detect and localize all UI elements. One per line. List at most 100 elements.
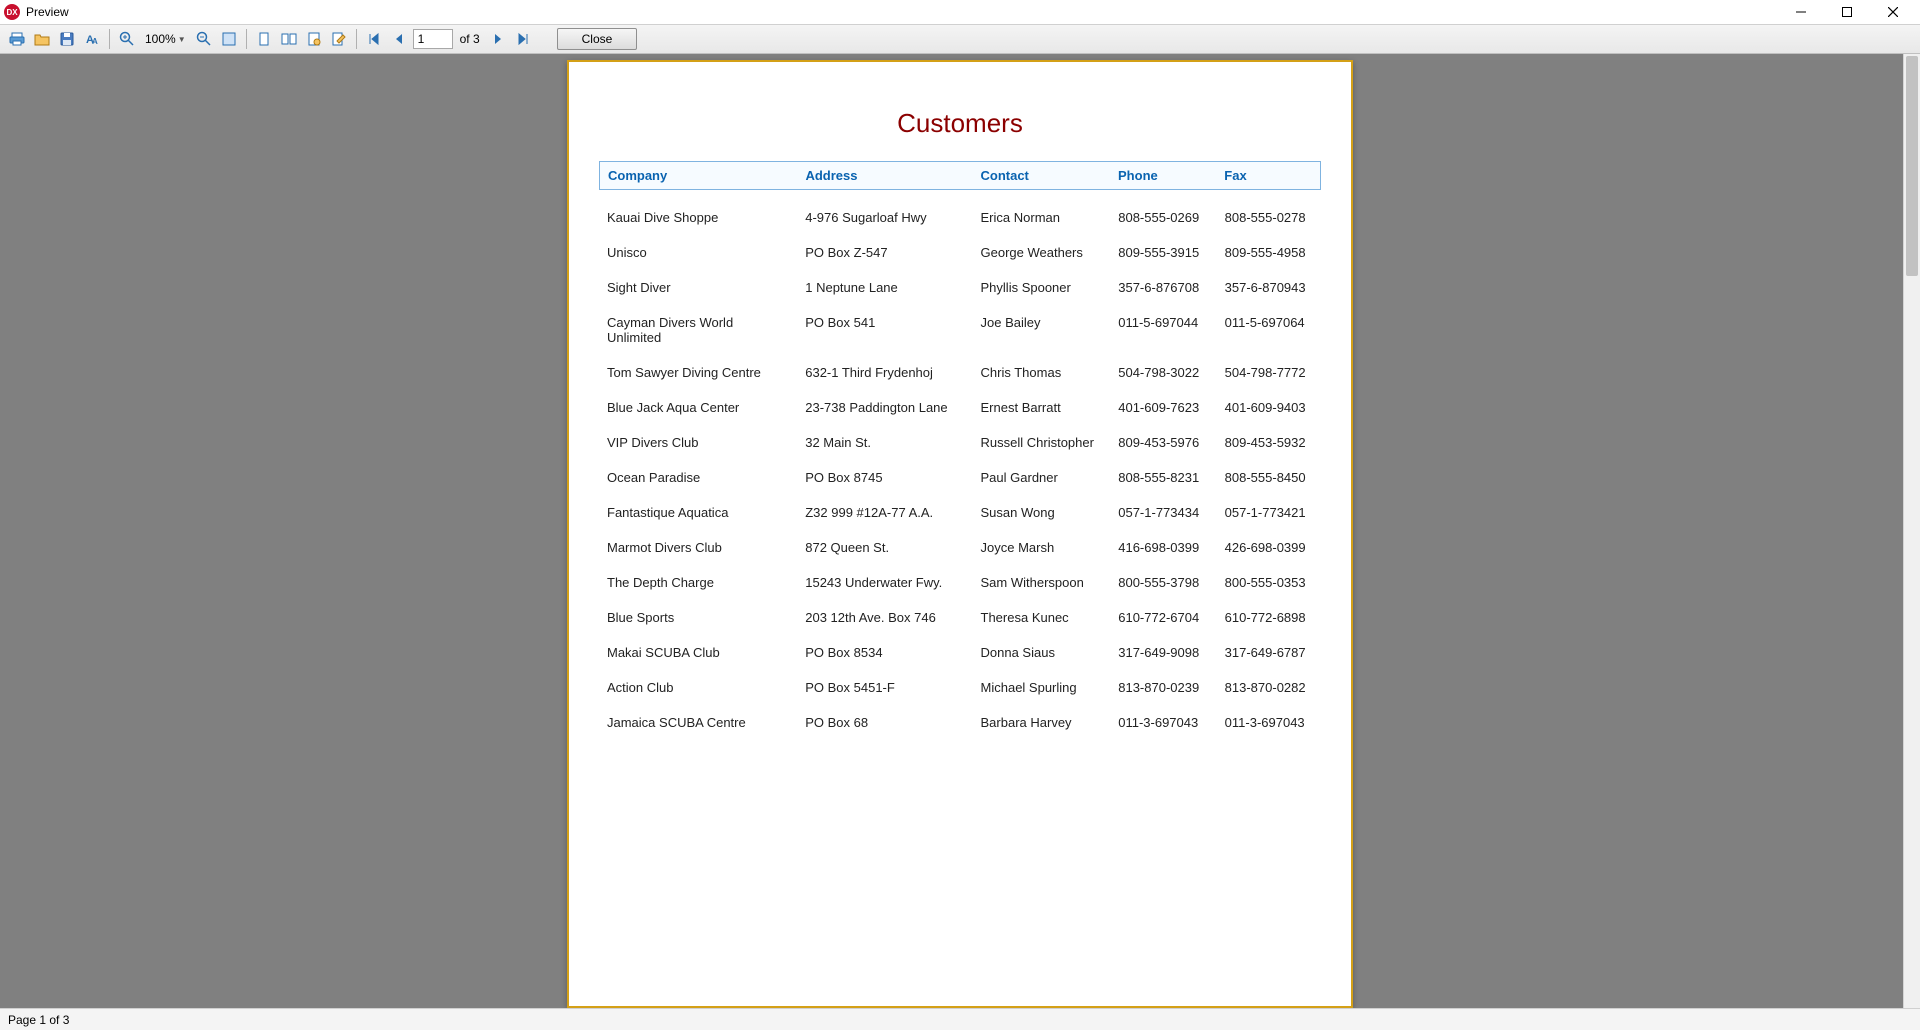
- cell-contact: Chris Thomas: [973, 355, 1111, 390]
- cell-company: Sight Diver: [599, 270, 797, 305]
- cell-address: 872 Queen St.: [797, 530, 972, 565]
- cell-contact: Ernest Barratt: [973, 390, 1111, 425]
- cell-contact: Michael Spurling: [973, 670, 1111, 705]
- cell-company: Marmot Divers Club: [599, 530, 797, 565]
- cell-contact: Paul Gardner: [973, 460, 1111, 495]
- table-row: Ocean ParadisePO Box 8745Paul Gardner808…: [599, 460, 1321, 495]
- cell-fax: 011-3-697043: [1217, 705, 1321, 740]
- cell-address: 203 12th Ave. Box 746: [797, 600, 972, 635]
- cell-phone: 011-3-697043: [1110, 705, 1216, 740]
- maximize-button[interactable]: [1824, 0, 1870, 24]
- cell-contact: George Weathers: [973, 235, 1111, 270]
- cell-address: PO Box 5451-F: [797, 670, 972, 705]
- cell-phone: 416-698-0399: [1110, 530, 1216, 565]
- cell-contact: Joe Bailey: [973, 305, 1111, 355]
- toolbar: AA 100% ▼ of 3 Close: [0, 24, 1920, 54]
- cell-company: Tom Sawyer Diving Centre: [599, 355, 797, 390]
- toolbar-separator: [246, 29, 247, 49]
- cell-phone: 504-798-3022: [1110, 355, 1216, 390]
- cell-company: Kauai Dive Shoppe: [599, 200, 797, 235]
- cell-fax: 426-698-0399: [1217, 530, 1321, 565]
- toolbar-separator: [356, 29, 357, 49]
- cell-fax: 610-772-6898: [1217, 600, 1321, 635]
- save-button[interactable]: [56, 28, 78, 50]
- cell-fax: 011-5-697064: [1217, 305, 1321, 355]
- vertical-scrollbar[interactable]: [1903, 54, 1920, 1008]
- table-row: Makai SCUBA ClubPO Box 8534Donna Siaus31…: [599, 635, 1321, 670]
- report-page: Customers Company Address Contact Phone …: [567, 60, 1353, 1008]
- table-row: UniscoPO Box Z-547George Weathers809-555…: [599, 235, 1321, 270]
- cell-fax: 057-1-773421: [1217, 495, 1321, 530]
- cell-address: 23-738 Paddington Lane: [797, 390, 972, 425]
- cell-address: 1 Neptune Lane: [797, 270, 972, 305]
- cell-phone: 401-609-7623: [1110, 390, 1216, 425]
- zoom-in-button[interactable]: [116, 28, 138, 50]
- table-row: Marmot Divers Club872 Queen St.Joyce Mar…: [599, 530, 1321, 565]
- cell-contact: Russell Christopher: [973, 425, 1111, 460]
- cell-phone: 809-453-5976: [1110, 425, 1216, 460]
- open-button[interactable]: [31, 28, 53, 50]
- chevron-down-icon: ▼: [178, 35, 186, 44]
- cell-contact: Barbara Harvey: [973, 705, 1111, 740]
- cell-address: 15243 Underwater Fwy.: [797, 565, 972, 600]
- cell-address: PO Box 8745: [797, 460, 972, 495]
- zoom-level-select[interactable]: 100% ▼: [141, 28, 190, 50]
- cell-company: Unisco: [599, 235, 797, 270]
- cell-contact: Erica Norman: [973, 200, 1111, 235]
- col-header-contact: Contact: [972, 162, 1110, 190]
- cell-fax: 809-453-5932: [1217, 425, 1321, 460]
- zoom-level-label: 100%: [145, 32, 176, 46]
- column-header-band: Company Address Contact Phone Fax: [599, 161, 1321, 190]
- cell-fax: 808-555-8450: [1217, 460, 1321, 495]
- svg-text:A: A: [92, 37, 98, 46]
- scroll-thumb[interactable]: [1906, 56, 1918, 276]
- cell-company: Blue Sports: [599, 600, 797, 635]
- minimize-button[interactable]: [1778, 0, 1824, 24]
- edit-button[interactable]: [328, 28, 350, 50]
- app-icon: DX: [4, 4, 20, 20]
- cell-phone: 813-870-0239: [1110, 670, 1216, 705]
- cell-fax: 800-555-0353: [1217, 565, 1321, 600]
- status-bar: Page 1 of 3: [0, 1008, 1920, 1030]
- zoom-out-button[interactable]: [193, 28, 215, 50]
- table-row: Fantastique AquaticaZ32 999 #12A-77 A.A.…: [599, 495, 1321, 530]
- single-page-button[interactable]: [253, 28, 275, 50]
- col-header-fax: Fax: [1216, 162, 1320, 190]
- cell-contact: Susan Wong: [973, 495, 1111, 530]
- cell-contact: Phyllis Spooner: [973, 270, 1111, 305]
- table-row: Kauai Dive Shoppe4-976 Sugarloaf HwyEric…: [599, 200, 1321, 235]
- cell-company: Ocean Paradise: [599, 460, 797, 495]
- fit-page-button[interactable]: [218, 28, 240, 50]
- close-preview-button[interactable]: Close: [557, 28, 638, 50]
- prev-page-button[interactable]: [388, 28, 410, 50]
- cell-phone: 809-555-3915: [1110, 235, 1216, 270]
- first-page-button[interactable]: [363, 28, 385, 50]
- cell-company: Cayman Divers World Unlimited: [599, 305, 797, 355]
- table-row: Blue Jack Aqua Center23-738 Paddington L…: [599, 390, 1321, 425]
- table-row: Cayman Divers World UnlimitedPO Box 541J…: [599, 305, 1321, 355]
- page-setup-button[interactable]: [303, 28, 325, 50]
- find-button[interactable]: AA: [81, 28, 103, 50]
- print-button[interactable]: [6, 28, 28, 50]
- title-bar: DX Preview: [0, 0, 1920, 24]
- next-page-button[interactable]: [487, 28, 509, 50]
- table-row: Blue Sports203 12th Ave. Box 746Theresa …: [599, 600, 1321, 635]
- cell-company: The Depth Charge: [599, 565, 797, 600]
- cell-fax: 317-649-6787: [1217, 635, 1321, 670]
- preview-viewport[interactable]: Customers Company Address Contact Phone …: [0, 54, 1920, 1008]
- last-page-button[interactable]: [512, 28, 534, 50]
- close-window-button[interactable]: [1870, 0, 1916, 24]
- cell-contact: Donna Siaus: [973, 635, 1111, 670]
- table-row: Tom Sawyer Diving Centre632-1 Third Fryd…: [599, 355, 1321, 390]
- cell-fax: 357-6-870943: [1217, 270, 1321, 305]
- cell-company: Blue Jack Aqua Center: [599, 390, 797, 425]
- cell-address: Z32 999 #12A-77 A.A.: [797, 495, 972, 530]
- two-page-button[interactable]: [278, 28, 300, 50]
- col-header-company: Company: [600, 162, 798, 190]
- cell-phone: 808-555-0269: [1110, 200, 1216, 235]
- cell-phone: 808-555-8231: [1110, 460, 1216, 495]
- current-page-input[interactable]: [413, 29, 453, 49]
- report-title: Customers: [599, 108, 1321, 139]
- page-total-label: of 3: [456, 32, 484, 46]
- cell-fax: 808-555-0278: [1217, 200, 1321, 235]
